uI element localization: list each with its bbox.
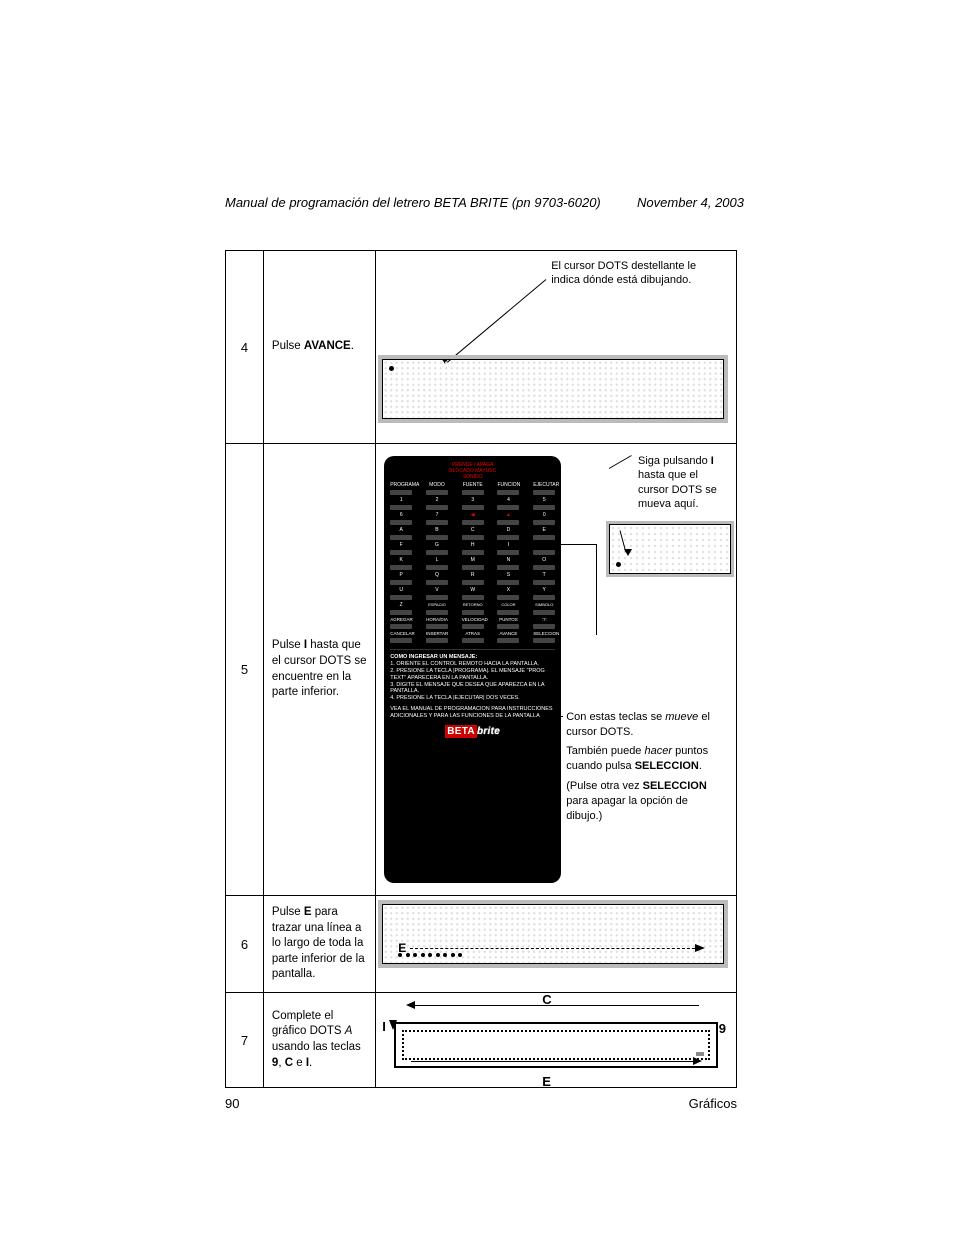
- step5-side-a: Con estas teclas se mueve el cursor DOTS…: [566, 710, 721, 740]
- remote-help-title: COMO INGRESAR UN MENSAJE: 1. ORIENTE EL …: [390, 649, 555, 720]
- remote-control: PRENDE / APAGA BLOCADO MAYUSC SONIDO PRO…: [384, 456, 561, 883]
- arrowhead-down-icon: [389, 1020, 397, 1030]
- step5-minigrid: [609, 524, 731, 574]
- step7-label-I: I: [382, 1019, 386, 1034]
- cursor-mark-icon: [696, 1052, 704, 1056]
- pointer-line: [551, 716, 563, 717]
- arrowhead-left-icon: [538, 541, 546, 549]
- section-name: Gráficos: [689, 1096, 737, 1111]
- note-pointer-line: [609, 455, 632, 469]
- step5-top-note: Siga pulsando I hasta que el cursor DOTS…: [638, 454, 728, 511]
- step-text: Complete el gráfico DOTS A usando las te…: [263, 993, 375, 1088]
- step-text: Pulse E para trazar una línea a lo largo…: [263, 896, 375, 993]
- header-left: Manual de programación del letrero BETA …: [225, 195, 601, 210]
- step7-label-9: 9: [719, 1021, 726, 1036]
- arrow-line-E: [411, 1061, 699, 1062]
- cursor-dot-icon: [389, 366, 394, 371]
- step-row-5: 5 Pulse I hasta que el cursor DOTS se en…: [226, 444, 737, 896]
- step-row-6: 6 Pulse E para trazar una línea a lo lar…: [226, 896, 737, 993]
- step5-side-b: También puede hacer puntos cuando pulsa …: [566, 744, 721, 774]
- step4-caption: El cursor DOTS destellante le indica dón…: [551, 259, 716, 288]
- step-text: Pulse I hasta que el cursor DOTS se encu…: [263, 444, 375, 896]
- arrow-line-C: [411, 1005, 699, 1006]
- step-row-4: 4 Pulse AVANCE. El cursor DOTS destellan…: [226, 251, 737, 444]
- remote-row: PROGRAMA MODO FUENTE FUNCION EJECUTAR: [390, 482, 555, 488]
- step6-arrowhead-right-icon: [695, 944, 705, 952]
- step-text: Pulse AVANCE.: [263, 251, 375, 444]
- step-row-7: 7 Complete el gráfico DOTS A usando las …: [226, 993, 737, 1088]
- step4-arrow-line: [446, 279, 546, 363]
- step-number: 7: [226, 993, 264, 1088]
- step7-dotted-inner: [402, 1030, 710, 1060]
- step-number: 4: [226, 251, 264, 444]
- page-number: 90: [225, 1096, 239, 1111]
- step7-label-E: E: [542, 1074, 551, 1089]
- step6-dotgrid: E: [382, 904, 724, 964]
- step-number: 5: [226, 444, 264, 896]
- page-header: Manual de programación del letrero BETA …: [225, 195, 744, 210]
- step6-dash-line: [410, 948, 700, 950]
- step4-dotgrid: [382, 359, 724, 419]
- page-footer: 90 Gráficos: [225, 1096, 737, 1111]
- step6-drawn-dots: [398, 953, 462, 957]
- minigrid-arrowhead-icon: [624, 549, 632, 556]
- steps-table: 4 Pulse AVANCE. El cursor DOTS destellan…: [225, 250, 737, 1088]
- arrowhead-left-icon: [406, 1001, 415, 1009]
- beta-brite-logo: BETAbrite: [390, 726, 555, 737]
- step5-side-c: (Pulse otra vez SELECCION para apagar la…: [566, 779, 721, 824]
- bracket-line: [541, 544, 597, 635]
- header-right: November 4, 2003: [637, 195, 744, 210]
- step-number: 6: [226, 896, 264, 993]
- remote-top-label: SONIDO: [390, 474, 555, 480]
- arrowhead-right-icon: [693, 1057, 702, 1065]
